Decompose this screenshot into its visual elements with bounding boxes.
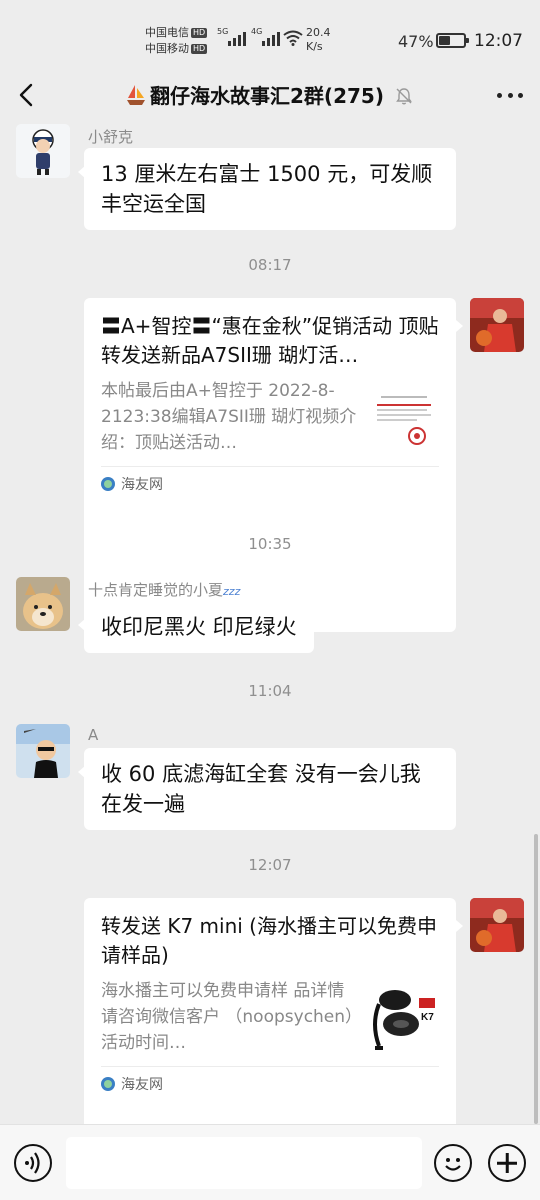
carrier-2: 中国移动 HD <box>145 42 208 55</box>
scrollbar[interactable] <box>534 834 538 1124</box>
wifi-icon <box>283 30 303 46</box>
more-ellipsis-icon[interactable] <box>494 80 526 110</box>
card-source: 海友网 <box>101 466 439 500</box>
battery-icon <box>436 33 469 48</box>
sleep-zzz-icon: zzz <box>223 585 241 598</box>
sender-name: 十点肯定睡觉的小夏zzz <box>88 581 241 599</box>
timestamp: 11:04 <box>248 682 292 700</box>
signal-icon: 4G <box>251 27 280 46</box>
card-source: 海友网 <box>101 1066 439 1100</box>
sender-name: A <box>88 726 99 744</box>
sailboat-icon <box>127 85 146 105</box>
avatar[interactable] <box>16 724 70 778</box>
message-input[interactable] <box>66 1137 422 1189</box>
group-name: 翻仔海水故事汇2群(275) <box>150 84 384 108</box>
link-card[interactable]: 转发送 K7 mini (海水播主可以免费申请样品) 海水播主可以免费申请样 品… <box>84 898 463 1124</box>
chat-title: 翻仔海水故事汇2群(275) <box>0 80 540 109</box>
card-description: 海水播主可以免费申请样 品详情请咨询微信客户 （noopsychen）活动时间… <box>101 981 354 1053</box>
status-bar: 中国电信 HD 中国移动 HD 5G 4G 20.4 K/s 47% 12:07 <box>0 0 540 66</box>
signal-icon: 5G <box>217 27 246 46</box>
avatar[interactable] <box>16 124 70 178</box>
input-bar <box>0 1124 540 1200</box>
message-list[interactable]: 小舒克 13 厘米左右富士 1500 元，可发顺丰空运全国 08:17 〓A+智… <box>0 124 540 1124</box>
carrier-1: 中国电信 HD <box>145 26 208 39</box>
source-logo-icon <box>101 1076 115 1091</box>
timestamp: 12:07 <box>248 856 292 874</box>
card-title: 转发送 K7 mini (海水播主可以免费申请样品) <box>101 914 437 967</box>
chat-header: 翻仔海水故事汇2群(275) <box>0 66 540 124</box>
card-thumbnail <box>369 384 439 454</box>
message-bubble[interactable]: 收印尼黑火 印尼绿火 <box>78 601 314 653</box>
my-avatar[interactable] <box>470 898 524 952</box>
timestamp: 10:35 <box>248 535 292 553</box>
timestamp: 08:17 <box>248 256 292 274</box>
source-logo-icon <box>101 476 115 491</box>
card-title: 〓A+智控〓“惠在金秋”促销活动 顶贴转发送新品A7SII珊 瑚灯活… <box>101 314 439 367</box>
bell-off-icon <box>396 88 412 105</box>
my-avatar[interactable] <box>470 298 524 352</box>
voice-icon[interactable] <box>14 1144 52 1182</box>
thumb-label: K7 <box>421 1012 434 1023</box>
message-bubble[interactable]: 收 60 底滤海缸全套 没有一会儿我在发一遍 <box>78 748 456 830</box>
card-description: 本帖最后由A+智控于 2022-8-2123:38编辑A7SII珊 瑚灯视频介绍… <box>101 381 357 453</box>
network-speed: 20.4 K/s <box>306 26 331 53</box>
emoji-icon[interactable] <box>434 1144 472 1182</box>
plus-icon[interactable] <box>488 1144 526 1182</box>
card-thumbnail: K7 <box>369 984 439 1054</box>
avatar[interactable] <box>16 577 70 631</box>
sender-name: 小舒克 <box>88 128 134 146</box>
battery-percentage: 47% <box>398 32 434 51</box>
message-bubble[interactable]: 13 厘米左右富士 1500 元，可发顺丰空运全国 <box>78 148 456 230</box>
status-time: 12:07 <box>474 31 523 51</box>
